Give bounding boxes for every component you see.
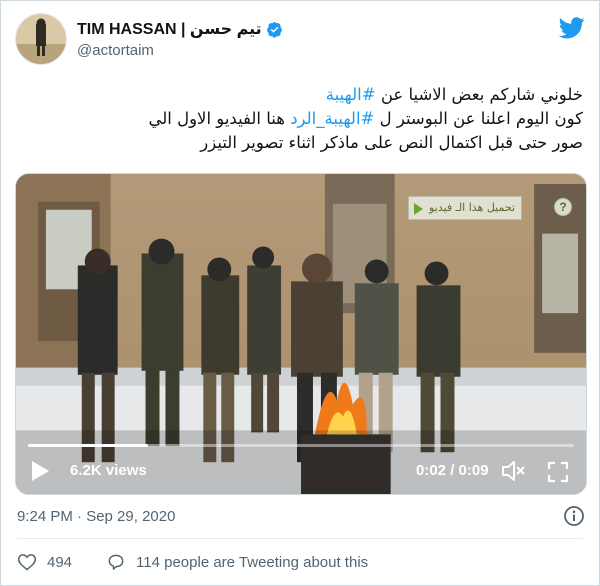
verified-badge-icon (266, 21, 282, 38)
volume-muted-icon[interactable] (500, 458, 526, 484)
tweet-line: خلوني شاركم بعض الاشيا عن #الهيبة (325, 85, 583, 104)
download-video-overlay[interactable]: تحميل هذا الـ فيديو (408, 196, 523, 220)
divider (17, 538, 583, 539)
twitter-bird-icon[interactable] (559, 17, 585, 39)
video-controls: 6.2K views 0:02 / 0:09 (16, 432, 586, 494)
like-button[interactable]: 494 (17, 552, 72, 572)
tweet-card: TIM HASSAN | تيم حسن @actortaim خلوني شا… (0, 0, 600, 586)
video-player[interactable]: تحميل هذا الـ فيديو ? 6.2K views 0:02 / … (15, 173, 587, 495)
tweet-actions: 494 114 people are Tweeting about this (17, 550, 368, 574)
fullscreen-icon[interactable] (546, 460, 570, 484)
view-count: 6.2K views (70, 462, 147, 479)
video-progress-bar[interactable] (28, 444, 574, 447)
video-progress-fill (28, 444, 149, 447)
tweet-line: كون اليوم اعلنا عن البوستر ل #الهيبة_الر… (148, 109, 583, 128)
info-icon[interactable] (563, 505, 585, 527)
help-icon[interactable]: ? (554, 198, 572, 216)
author-name[interactable]: TIM HASSAN | تيم حسن (77, 19, 262, 39)
play-icon[interactable] (30, 460, 50, 482)
tweet-timestamp[interactable]: 9:24 PM · Sep 29, 2020 (17, 508, 175, 525)
tweet-line: صور حتى قبل اكتمال النص على ماذكر اثناء … (200, 133, 583, 152)
hashtag-link[interactable]: #الهيبة_الرد (290, 109, 374, 128)
tweet-text: خلوني شاركم بعض الاشيا عن #الهيبة كون ال… (17, 83, 583, 155)
tweet-header: TIM HASSAN | تيم حسن @actortaim (15, 13, 587, 69)
author-identity: TIM HASSAN | تيم حسن @actortaim (77, 19, 283, 59)
author-handle[interactable]: @actortaim (77, 42, 283, 59)
video-time: 0:02 / 0:09 (416, 462, 489, 479)
conversation-label: 114 people are Tweeting about this (136, 553, 369, 571)
reply-bubble-icon (108, 554, 124, 570)
avatar[interactable] (15, 13, 67, 65)
heart-icon (17, 554, 37, 571)
conversation-link[interactable]: 114 people are Tweeting about this (106, 552, 368, 572)
hashtag-link[interactable]: #الهيبة (326, 85, 376, 104)
like-count: 494 (47, 553, 73, 571)
play-arrow-icon (414, 203, 423, 215)
